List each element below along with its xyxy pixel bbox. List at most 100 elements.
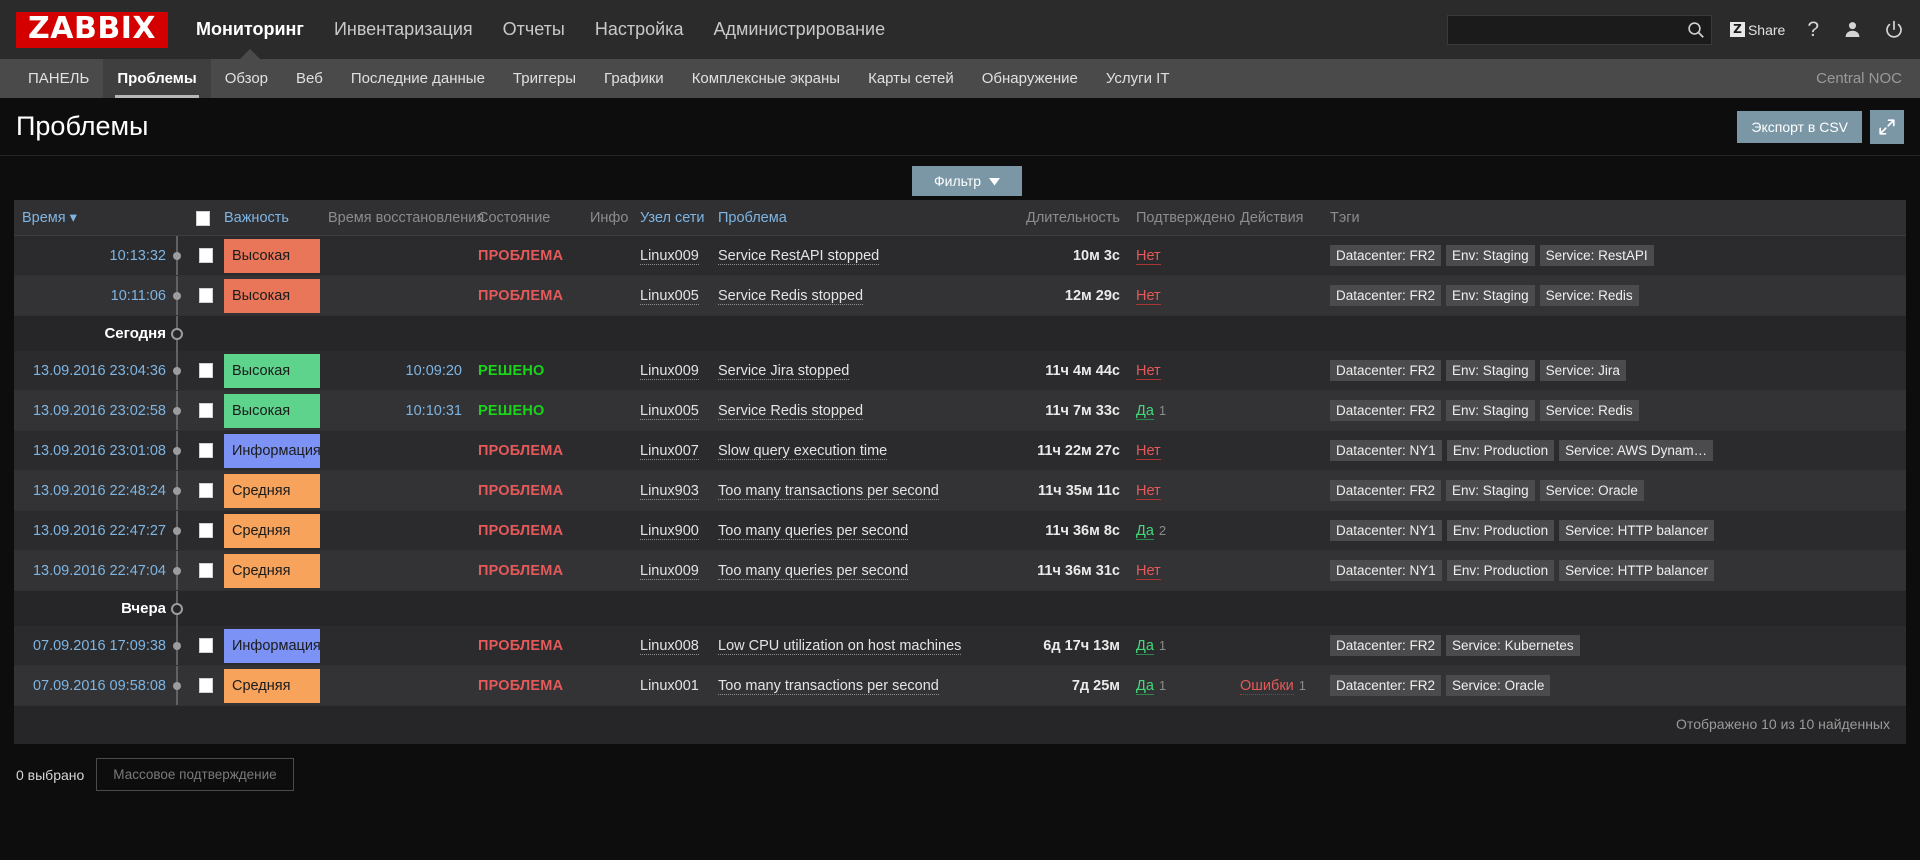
table-row[interactable]: 07.09.2016 17:09:38ИнформацияПРОБЛЕМАLin… [14,626,1906,666]
tag-chip[interactable]: Datacenter: NY1 [1330,440,1442,461]
sub-nav-item-7[interactable]: Комплексные экраны [678,59,854,98]
acknowledged-link[interactable]: Да [1136,638,1154,655]
row-time[interactable]: 10:11:06 [111,288,166,304]
row-problem[interactable]: Service Jira stopped [718,363,849,380]
acknowledged-link[interactable]: Нет [1136,483,1161,500]
row-problem[interactable]: Service Redis stopped [718,288,863,305]
tag-chip[interactable]: Service: AWS Dynam… [1559,440,1713,461]
row-problem[interactable]: Too many transactions per second [718,483,939,500]
row-time[interactable]: 13.09.2016 23:04:36 [33,363,166,379]
column-header-problem[interactable]: Проблема [710,200,1000,236]
row-host[interactable]: Linux008 [640,638,699,655]
row-time[interactable]: 13.09.2016 22:47:04 [33,563,166,579]
row-host[interactable]: Linux005 [640,288,699,305]
zabbix-logo[interactable]: ZABBIX [16,12,168,48]
tag-chip[interactable]: Datacenter: FR2 [1330,400,1441,421]
row-checkbox[interactable] [199,678,213,693]
tag-chip[interactable]: Service: Oracle [1540,480,1644,501]
row-problem[interactable]: Low CPU utilization on host machines [718,638,961,655]
sub-nav-item-9[interactable]: Обнаружение [968,59,1092,98]
row-recovery-time[interactable]: 10:09:20 [406,363,462,379]
row-host[interactable]: Linux009 [640,363,699,380]
row-checkbox[interactable] [199,638,213,653]
acknowledged-link[interactable]: Да [1136,523,1154,540]
acknowledged-link[interactable]: Нет [1136,288,1161,305]
tag-chip[interactable]: Datacenter: FR2 [1330,360,1441,381]
tag-chip[interactable]: Env: Production [1447,560,1554,581]
table-row[interactable]: 10:11:06ВысокаяПРОБЛЕМАLinux005Service R… [14,276,1906,316]
acknowledged-link[interactable]: Да [1136,678,1154,695]
acknowledged-link[interactable]: Нет [1136,443,1161,460]
row-problem[interactable]: Too many queries per second [718,523,908,540]
row-time[interactable]: 13.09.2016 23:02:58 [33,403,166,419]
row-checkbox[interactable] [199,248,213,263]
table-row[interactable]: 13.09.2016 22:47:27СредняяПРОБЛЕМАLinux9… [14,511,1906,551]
table-row[interactable]: 13.09.2016 23:02:58Высокая10:10:31РЕШЕНО… [14,391,1906,431]
table-row[interactable]: 13.09.2016 23:01:08ИнформацияПРОБЛЕМАLin… [14,431,1906,471]
row-problem[interactable]: Too many transactions per second [718,678,939,695]
row-problem[interactable]: Too many queries per second [718,563,908,580]
sub-nav-item-2[interactable]: Обзор [211,59,282,98]
tag-chip[interactable]: Service: Jira [1540,360,1626,381]
row-checkbox[interactable] [199,403,213,418]
tag-chip[interactable]: Service: RestAPI [1540,245,1654,266]
tag-chip[interactable]: Datacenter: FR2 [1330,285,1441,306]
sub-nav-item-8[interactable]: Карты сетей [854,59,968,98]
tag-chip[interactable]: Env: Production [1447,520,1554,541]
column-header-host[interactable]: Узел сети [632,200,710,236]
tag-chip[interactable]: Datacenter: NY1 [1330,560,1442,581]
tag-chip[interactable]: Env: Staging [1446,360,1535,381]
tag-chip[interactable]: Service: HTTP balancer [1559,560,1714,581]
acknowledged-link[interactable]: Нет [1136,363,1161,380]
row-problem[interactable]: Service Redis stopped [718,403,863,420]
sub-nav-item-1[interactable]: Проблемы [103,59,210,98]
tag-chip[interactable]: Env: Staging [1446,245,1535,266]
tag-chip[interactable]: Datacenter: NY1 [1330,520,1442,541]
bulk-acknowledge-button[interactable]: Массовое подтверждение [96,758,293,791]
row-time[interactable]: 10:13:32 [110,248,166,264]
tag-chip[interactable]: Env: Production [1447,440,1554,461]
row-checkbox[interactable] [199,563,213,578]
table-row[interactable]: 07.09.2016 09:58:08СредняяПРОБЛЕМАLinux0… [14,666,1906,706]
main-nav-item-2[interactable]: Отчеты [503,19,565,40]
acknowledged-link[interactable]: Нет [1136,248,1161,265]
user-profile-icon[interactable] [1843,20,1862,39]
search-icon[interactable] [1687,21,1705,39]
tag-chip[interactable]: Env: Staging [1446,400,1535,421]
row-problem[interactable]: Service RestAPI stopped [718,248,879,265]
row-host[interactable]: Linux009 [640,563,699,580]
row-host[interactable]: Linux001 [640,678,699,694]
row-recovery-time[interactable]: 10:10:31 [406,403,462,419]
tag-chip[interactable]: Service: Redis [1540,285,1639,306]
row-problem[interactable]: Slow query execution time [718,443,887,460]
tag-chip[interactable]: Datacenter: FR2 [1330,635,1441,656]
row-checkbox[interactable] [199,288,213,303]
row-checkbox[interactable] [199,483,213,498]
column-header-select-all[interactable] [188,200,224,236]
row-checkbox[interactable] [199,523,213,538]
sub-nav-item-4[interactable]: Последние данные [337,59,499,98]
acknowledged-link[interactable]: Да [1136,403,1154,420]
row-checkbox[interactable] [199,443,213,458]
select-all-checkbox[interactable] [196,211,210,226]
row-time[interactable]: 13.09.2016 22:48:24 [33,483,166,499]
column-header-severity[interactable]: Важность [224,200,320,236]
tag-chip[interactable]: Datacenter: FR2 [1330,245,1441,266]
table-row[interactable]: 13.09.2016 22:48:24СредняяПРОБЛЕМАLinux9… [14,471,1906,511]
main-nav-item-1[interactable]: Инвентаризация [334,19,473,40]
tag-chip[interactable]: Service: Oracle [1446,675,1550,696]
sub-nav-item-6[interactable]: Графики [590,59,678,98]
search-input[interactable] [1458,22,1687,37]
table-row[interactable]: 13.09.2016 23:04:36Высокая10:09:20РЕШЕНО… [14,351,1906,391]
row-host[interactable]: Linux009 [640,248,699,265]
row-host[interactable]: Linux900 [640,523,699,540]
tag-chip[interactable]: Env: Staging [1446,480,1535,501]
sub-nav-item-5[interactable]: Триггеры [499,59,590,98]
table-row[interactable]: 13.09.2016 22:47:04СредняяПРОБЛЕМАLinux0… [14,551,1906,591]
export-csv-button[interactable]: Экспорт в CSV [1737,111,1862,143]
action-error-link[interactable]: Ошибки [1240,678,1294,695]
row-time[interactable]: 07.09.2016 17:09:38 [33,638,166,654]
fullscreen-icon[interactable] [1870,110,1904,144]
row-host[interactable]: Linux005 [640,403,699,420]
acknowledged-link[interactable]: Нет [1136,563,1161,580]
